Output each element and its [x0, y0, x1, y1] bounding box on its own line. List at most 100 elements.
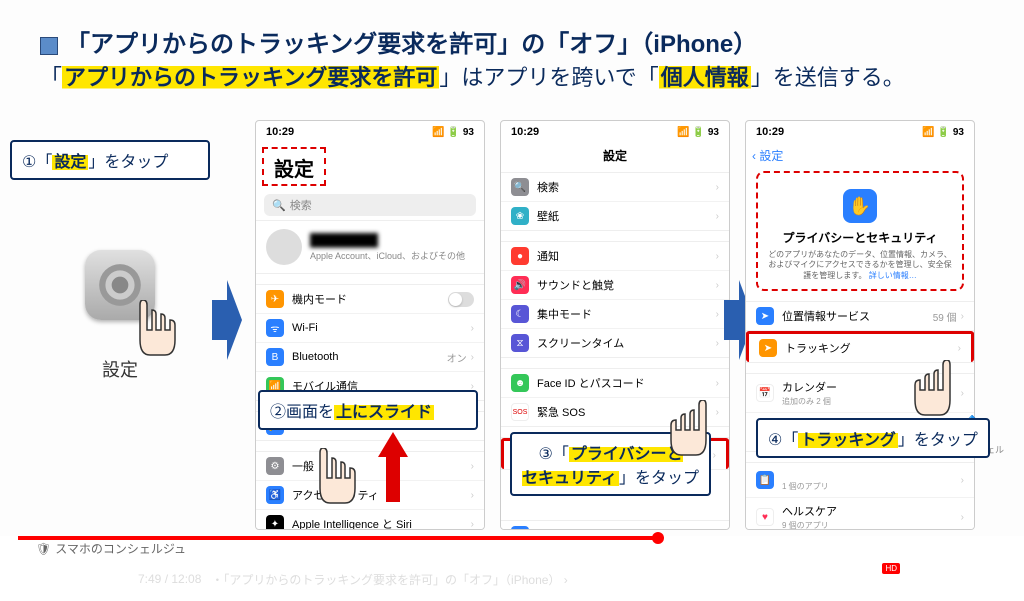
sounds-icon: 🔊: [511, 276, 529, 294]
captions-button[interactable]: [830, 567, 854, 591]
hand-icon: ✋: [843, 189, 877, 223]
chapter-title[interactable]: ・「アプリからのトラッキング要求を許可」の「オフ」（iPhone） ›: [211, 571, 567, 588]
time-display: 7:49 / 12:08: [138, 572, 201, 586]
row-faceid: ☻Face ID とパスコード›: [501, 369, 729, 398]
row-item: 📋 1 個のアプリ›: [746, 463, 974, 498]
volume-button[interactable]: [94, 565, 122, 593]
screentime-icon: ⧖: [511, 334, 529, 352]
privacy-card: ✋ プライバシーとセキュリティ どのアプリがあなたのデータ、位置情報、カメラ、お…: [756, 171, 964, 291]
fullscreen-button[interactable]: [982, 567, 1006, 591]
theater-button[interactable]: [944, 567, 968, 591]
privacy-card-desc: どのアプリがあなたのデータ、位置情報、カメラ、およびマイクにアクセスできるかを管…: [766, 250, 954, 281]
status-bar: 10:29 📶 🔋93: [501, 121, 729, 143]
privacy-card-title: プライバシーとセキュリティ: [766, 229, 954, 246]
pointing-hand-icon: [120, 300, 180, 370]
apps-icon: ▦: [511, 526, 529, 530]
wifi-icon: ᯤ: [266, 319, 284, 337]
row-group: ▦アプリ›: [501, 520, 729, 530]
pointing-hand-icon: [666, 400, 726, 470]
progress-fill: [18, 536, 658, 540]
account-subtitle: Apple Account、iCloud、およびその他: [310, 249, 465, 262]
row-wifi: ᯤWi-Fi›: [256, 314, 484, 343]
accessibility-icon: ♿: [266, 486, 284, 504]
focus-icon: ☾: [511, 305, 529, 323]
slide-title: 「アプリからのトラッキング要求を許可」の「オフ」（iPhone）: [40, 24, 757, 59]
search-icon: 🔍: [272, 199, 286, 212]
next-button[interactable]: [56, 565, 84, 593]
page-header: ‹ 設定: [746, 143, 974, 165]
play-button[interactable]: [18, 565, 46, 593]
status-bar: 10:29 📶 🔋93: [256, 121, 484, 143]
row-airplane: ✈機内モード: [256, 285, 484, 314]
callout-step2: ②画面を上にスライド: [258, 390, 478, 430]
status-time: 10:29: [266, 126, 294, 138]
row-health: ♥ヘルスケア9 個のアプリ›: [746, 498, 974, 530]
autoplay-toggle[interactable]: [792, 567, 816, 591]
row-tracking: ➤トラッキング›: [746, 331, 974, 362]
status-icons: 📶 🔋93: [432, 127, 474, 138]
clipboard-icon: 📋: [756, 471, 774, 489]
arrow-right-icon: [212, 280, 242, 360]
account-row: ████████ Apple Account、iCloud、およびその他: [256, 220, 484, 274]
notifications-icon: ●: [511, 247, 529, 265]
row-general: ⚙一般›: [256, 452, 484, 481]
faceid-icon: ☻: [511, 374, 529, 392]
red-up-arrow-icon: [378, 432, 408, 502]
row-group-general: ⚙一般› ♿アクセシビリティ› ✦Apple Intelligence と Si…: [256, 451, 484, 530]
chevron-icon: ›: [471, 323, 474, 334]
tracking-icon: ➤: [759, 339, 777, 357]
row-focus: ☾集中モード›: [501, 300, 729, 329]
row-siri: ✦Apple Intelligence と Siri›: [256, 510, 484, 530]
controls-right: HD: [792, 567, 1006, 591]
hd-badge: HD: [882, 563, 900, 574]
slide-title-text: 「アプリからのトラッキング要求を許可」の「オフ」（iPhone）: [66, 31, 757, 58]
pointing-hand-icon: [910, 360, 970, 430]
phone-screenshot-3: 10:29 📶 🔋93 ‹ 設定 ✋ プライバシーとセキュリティ どのアプリがあ…: [745, 120, 975, 530]
page-header: 設定: [501, 143, 729, 168]
search-field: 🔍検索: [264, 194, 476, 216]
row-group: ●通知› 🔊サウンドと触覚› ☾集中モード› ⧖スクリーンタイム›: [501, 241, 729, 358]
settings-button[interactable]: HD: [868, 567, 892, 591]
title-marker-icon: [40, 37, 58, 55]
row-wallpaper: ❀壁紙›: [501, 202, 729, 230]
back-link: ‹ 設定: [752, 147, 783, 164]
row-group: 📋 1 個のアプリ› ♥ヘルスケア9 個のアプリ› ⌂HomeKitなし›: [746, 462, 974, 530]
row-group: 🔍検索› ❀壁紙›: [501, 172, 729, 231]
row-notifications: ●通知›: [501, 242, 729, 271]
sos-icon: SOS: [511, 403, 529, 421]
player-controls: 7:49 / 12:08 ・「アプリからのトラッキング要求を許可」の「オフ」（i…: [0, 536, 1024, 601]
progress-handle[interactable]: [652, 532, 664, 544]
health-icon: ♥: [756, 508, 774, 526]
slide-content: 「アプリからのトラッキング要求を許可」の「オフ」（iPhone） 「アプリからの…: [0, 0, 1024, 536]
toggle: [448, 292, 474, 307]
chevron-right-icon: ›: [564, 573, 568, 587]
row-group-connectivity: ✈機内モード ᯤWi-Fi› BBluetoothオン› 📶モバイル通信›: [256, 284, 484, 401]
search-icon: 🔍: [511, 178, 529, 196]
row-bluetooth: BBluetoothオン›: [256, 343, 484, 372]
wallpaper-icon: ❀: [511, 207, 529, 225]
row-accessibility: ♿アクセシビリティ›: [256, 481, 484, 510]
airplane-icon: ✈: [266, 290, 284, 308]
account-name-blur: ████████: [310, 233, 465, 247]
row-search: 🔍検索›: [501, 173, 729, 202]
controls-row: 7:49 / 12:08 ・「アプリからのトラッキング要求を許可」の「オフ」（i…: [0, 557, 1024, 601]
bluetooth-icon: B: [266, 348, 284, 366]
general-icon: ⚙: [266, 457, 284, 475]
avatar: [266, 229, 302, 265]
callout-step1: ①「設定」をタップ: [10, 140, 210, 180]
miniplayer-button[interactable]: [906, 567, 930, 591]
row-sounds: 🔊サウンドと触覚›: [501, 271, 729, 300]
calendar-icon: 📅: [756, 384, 774, 402]
location-icon: ➤: [756, 307, 774, 325]
pointing-hand-icon: [300, 448, 360, 518]
progress-bar[interactable]: [18, 536, 1006, 540]
row-group: ➤位置情報サービス59 個› ➤トラッキング›: [746, 301, 974, 363]
slide-subtitle: 「アプリからのトラッキング要求を許可」はアプリを跨いで「個人情報」を送信する。: [40, 60, 905, 92]
step1-column: ①「設定」をタップ 設定: [20, 160, 220, 382]
settings-header: 設定: [262, 147, 326, 186]
row-apps: ▦アプリ›: [501, 521, 729, 530]
row-location: ➤位置情報サービス59 個›: [746, 302, 974, 331]
row-screentime: ⧖スクリーンタイム›: [501, 329, 729, 357]
video-frame: 「アプリからのトラッキング要求を許可」の「オフ」（iPhone） 「アプリからの…: [0, 0, 1024, 601]
siri-icon: ✦: [266, 515, 284, 530]
